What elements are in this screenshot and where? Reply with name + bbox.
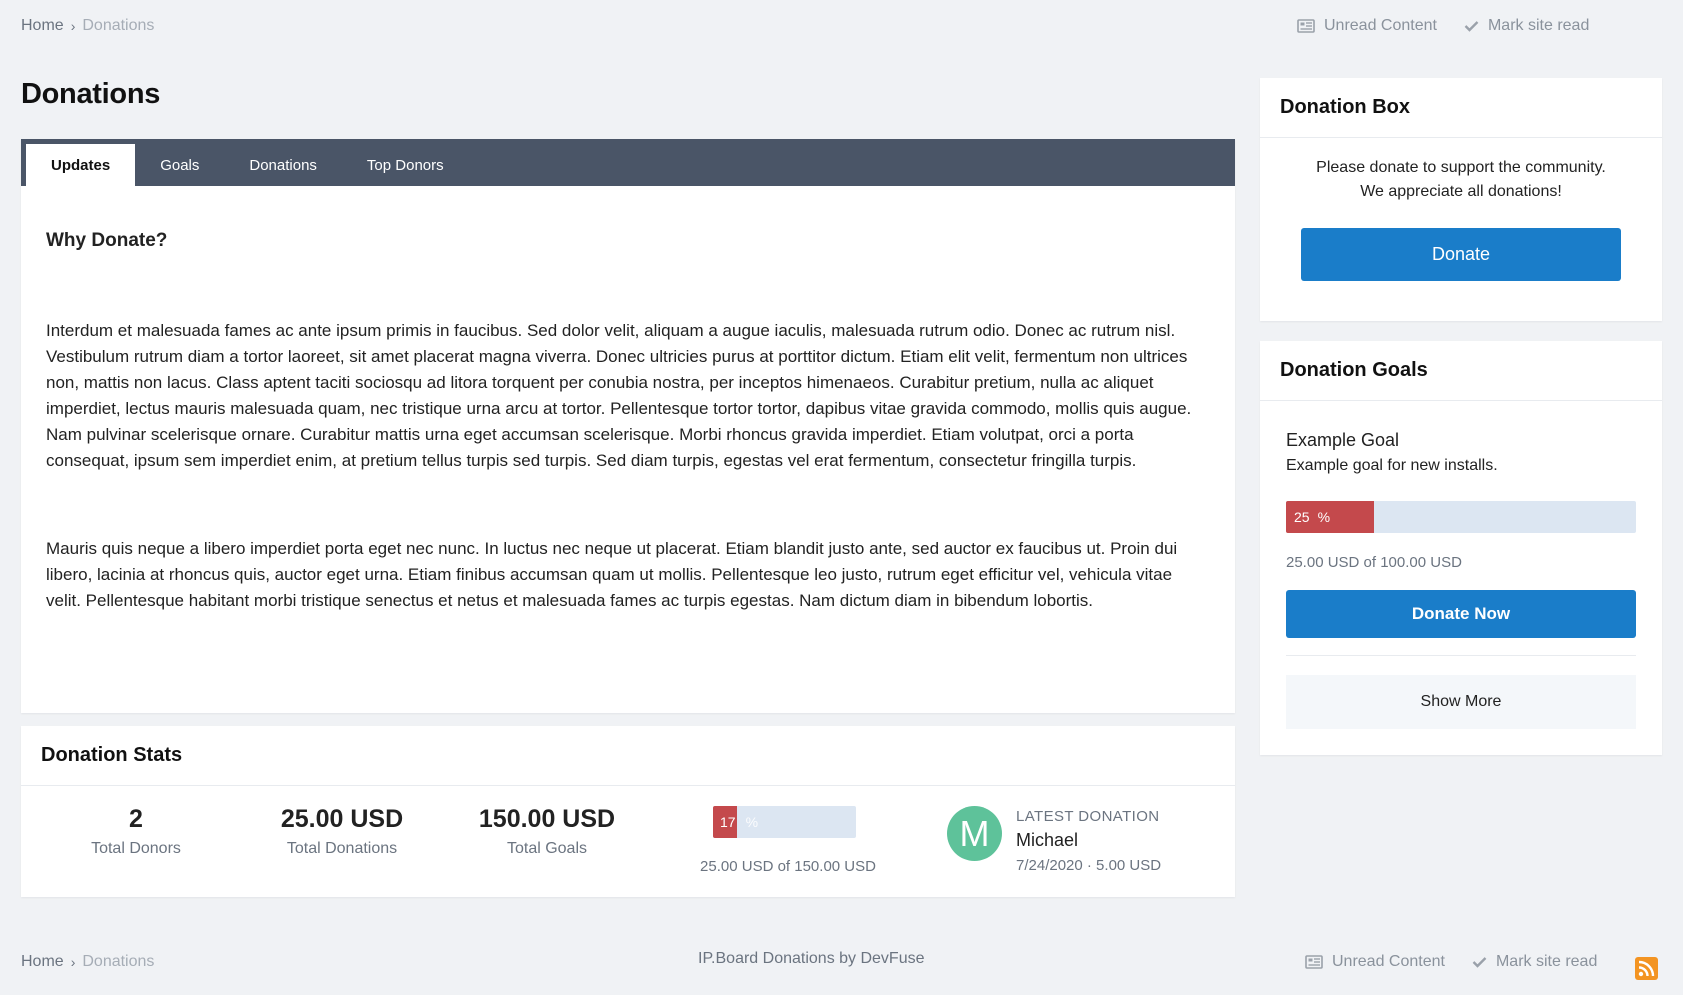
update-paragraph-1: Interdum et malesuada fames ac ante ipsu… xyxy=(46,321,1192,470)
overall-progress-number: 17 xyxy=(720,814,736,830)
donation-box-message-line2: We appreciate all donations! xyxy=(1360,183,1562,200)
overall-progress-pct: % xyxy=(745,814,759,830)
total-goals-value: 150.00 USD xyxy=(478,805,616,833)
goal-name: Example Goal xyxy=(1286,430,1400,450)
latest-donor-name[interactable]: Michael xyxy=(1016,830,1161,851)
mark-site-read-link[interactable]: Mark site read xyxy=(1464,17,1589,35)
footer-credit[interactable]: IP.Board Donations by DevFuse xyxy=(698,950,925,968)
breadcrumb-home-link[interactable]: Home xyxy=(21,17,64,35)
tab-donations[interactable]: Donations xyxy=(224,144,342,186)
chevron-right-icon: › xyxy=(70,954,76,970)
unread-content-link[interactable]: Unread Content xyxy=(1297,17,1437,35)
update-paragraph-2: Mauris quis neque a libero imperdiet por… xyxy=(46,539,1178,610)
breadcrumb-current: Donations xyxy=(82,17,155,34)
unread-content-icon xyxy=(1297,19,1315,33)
donation-box-message: Please donate to support the community. … xyxy=(1260,156,1662,204)
total-donors-value: 2 xyxy=(129,805,143,833)
page-title: Donations xyxy=(21,78,161,110)
overall-progress-bar: 17% xyxy=(713,806,856,838)
unread-content-label: Unread Content xyxy=(1324,17,1437,34)
footer-unread-content-link[interactable]: Unread Content xyxy=(1305,953,1445,971)
chevron-right-icon: › xyxy=(70,18,76,34)
donation-goals-card: Donation Goals Example Goal Example goal… xyxy=(1260,341,1662,755)
why-donate-heading: Why Donate? xyxy=(46,230,168,251)
mark-site-read-label: Mark site read xyxy=(1487,17,1590,34)
updates-panel: Updates Goals Donations Top Donors Why D… xyxy=(21,139,1235,713)
rss-glyph xyxy=(1638,960,1655,977)
tab-top-donors[interactable]: Top Donors xyxy=(342,144,469,186)
stat-total-donations: 25.00 USD Total Donations xyxy=(252,805,432,858)
latest-donation-meta: 7/24/2020 · 5.00 USD xyxy=(1016,857,1162,874)
donation-goals-title: Donation Goals xyxy=(1260,341,1662,401)
footer-breadcrumb: Home › Donations xyxy=(21,953,154,971)
latest-donation: LATEST DONATION Michael 7/24/2020 · 5.00… xyxy=(1016,808,1161,874)
goals-divider xyxy=(1286,655,1636,656)
donation-box-title: Donation Box xyxy=(1260,78,1662,138)
footer-links: Unread Content Mark site read xyxy=(1305,953,1597,971)
updates-content: Why Donate? Interdum et malesuada fames … xyxy=(21,230,1235,614)
total-donors-label: Total Donors xyxy=(91,840,181,857)
footer-unread-content-label: Unread Content xyxy=(1332,953,1445,970)
overall-progress-fill: 17% xyxy=(713,806,758,838)
latest-donation-caption: LATEST DONATION xyxy=(1016,808,1160,825)
footer-breadcrumb-current: Donations xyxy=(82,953,155,970)
show-more-button[interactable]: Show More xyxy=(1286,675,1636,729)
donation-box-card: Donation Box Please donate to support th… xyxy=(1260,78,1662,321)
avatar[interactable]: M xyxy=(947,806,1002,861)
overall-progress-caption: 25.00 USD of 150.00 USD xyxy=(700,858,876,875)
goal-amount: 25.00 USD of 100.00 USD xyxy=(1286,554,1462,571)
goal-description: Example goal for new installs. xyxy=(1286,457,1498,474)
rss-icon[interactable] xyxy=(1635,957,1658,980)
footer-mark-site-read-link[interactable]: Mark site read xyxy=(1472,953,1597,971)
checkmark-icon xyxy=(1472,957,1487,968)
breadcrumb: Home › Donations xyxy=(21,17,154,35)
stat-total-goals: 150.00 USD Total Goals xyxy=(457,805,637,858)
donation-stats-title: Donation Stats xyxy=(21,726,1235,786)
top-links: Unread Content Mark site read xyxy=(1297,17,1589,35)
total-donations-value: 25.00 USD xyxy=(280,805,404,833)
donate-now-button[interactable]: Donate Now xyxy=(1286,590,1636,638)
total-goals-label: Total Goals xyxy=(506,840,588,857)
donation-stats-card: Donation Stats 2 Total Donors 25.00 USD … xyxy=(21,726,1235,897)
goal-progress-pct: % xyxy=(1317,509,1331,525)
tab-goals[interactable]: Goals xyxy=(135,144,224,186)
stat-total-donors: 2 Total Donors xyxy=(61,805,211,858)
footer-breadcrumb-home-link[interactable]: Home xyxy=(21,953,64,971)
goal-progress-bar: 25% xyxy=(1286,501,1636,533)
checkmark-icon xyxy=(1464,21,1479,32)
tab-updates[interactable]: Updates xyxy=(26,144,136,186)
total-donations-label: Total Donations xyxy=(286,840,398,857)
footer-mark-site-read-label: Mark site read xyxy=(1495,953,1598,970)
goal-progress-number: 25 xyxy=(1294,509,1310,525)
donate-button[interactable]: Donate xyxy=(1301,228,1621,281)
tab-bar: Updates Goals Donations Top Donors xyxy=(21,139,1235,186)
donation-box-message-line1: Please donate to support the community. xyxy=(1316,159,1606,176)
goal-progress-fill: 25% xyxy=(1286,501,1374,533)
unread-content-icon xyxy=(1305,955,1323,969)
